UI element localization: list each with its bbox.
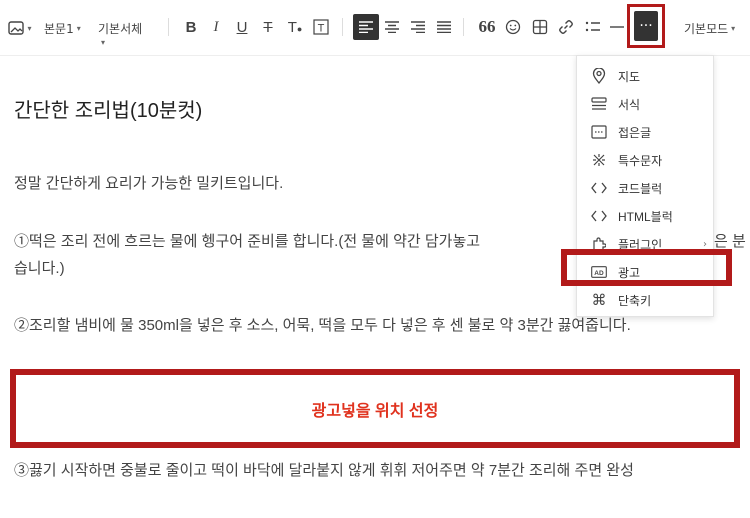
horizontal-line-icon [610,26,624,28]
editor-toolbar: ▾ 본문1 ▾ 기본서체 ▾ B I U T T● T 66 ··· 기본모드 … [0,0,750,56]
map-pin-icon [590,67,608,85]
insert-image-button[interactable]: ▾ [6,18,34,38]
menu-item-label: HTML블럭 [618,209,673,224]
more-dots-icon: ··· [639,18,653,34]
menu-item-fold[interactable]: 접은글 [577,118,715,146]
menu-item-special-char[interactable]: 특수문자 [577,146,715,174]
paragraph[interactable]: 습니다.) [14,256,65,282]
italic-icon: I [213,18,219,35]
menu-item-label: 코드블럭 [618,181,663,196]
toolbar-divider [463,18,464,36]
paragraph[interactable]: 정말 간단하게 요리가 가능한 밀키트입니다. [14,171,283,197]
ad-placement-label: 광고넣을 위치 선정 [311,402,439,420]
align-justify-icon [437,21,451,33]
chevron-down-icon: ▾ [731,23,736,33]
text-color-icon: T● [287,18,303,36]
paragraph[interactable]: ①떡은 조리 전에 흐르는 물에 헹구어 준비를 합니다.(전 물에 약간 담가… [14,229,480,255]
chevron-down-icon: ▾ [76,23,81,33]
text-background-button[interactable]: T [310,16,332,38]
shortcut-icon: ⌘ [591,291,607,309]
menu-item-code-block[interactable]: 코드블럭 [577,174,715,202]
toolbar-divider [342,18,343,36]
align-right-icon [411,21,425,33]
menu-item-label: 지도 [618,69,641,84]
svg-text:T: T [318,23,325,35]
more-button-highlight: ··· [627,4,665,48]
html-icon [590,207,608,225]
menu-item-map[interactable]: 지도 [577,62,715,90]
align-center-button[interactable] [381,14,403,40]
bold-icon: B [185,18,197,36]
align-right-button[interactable] [407,14,429,40]
strikethrough-button[interactable]: T [257,16,279,38]
align-left-icon [359,21,373,33]
mode-select[interactable]: 기본모드 ▾ [684,18,735,38]
align-center-icon [385,21,399,33]
menu-item-html-block[interactable]: HTML블럭 [577,202,715,230]
code-icon [590,179,608,197]
align-justify-button[interactable] [433,14,455,40]
table-icon [532,19,548,35]
list-button[interactable] [582,16,604,38]
menu-item-shortcut[interactable]: ⌘ 단축키 [577,286,715,314]
table-button[interactable] [529,16,551,38]
more-button[interactable]: ··· [634,11,658,41]
emoticon-button[interactable] [502,16,524,38]
horizontal-rule-button[interactable] [608,16,626,38]
quote-icon: 66 [478,17,496,36]
link-icon [559,20,573,34]
ad-placement-box: 광고넣을 위치 선정 [10,369,740,448]
ad-menu-highlight [561,249,732,286]
font-family-select[interactable]: 기본서체 ▾ [98,18,143,48]
chevron-right-icon: › [703,238,707,250]
paragraph[interactable]: ②조리할 냄비에 물 350ml을 넣은 후 소스, 어묵, 떡을 모두 다 넣… [14,313,631,339]
menu-item-label: 서식 [618,97,641,112]
paragraph-style-label: 본문1 [44,21,74,36]
link-button[interactable] [555,16,577,38]
bold-button[interactable]: B [180,16,202,38]
italic-button[interactable]: I [205,16,227,38]
chevron-down-icon: ▾ [27,23,32,33]
text-color-button[interactable]: T● [283,16,307,38]
underline-button[interactable]: U [231,16,253,38]
underline-icon: U [236,18,248,36]
mode-label: 기본모드 [684,21,729,36]
paragraph-style-select[interactable]: 본문1 ▾ [44,18,81,38]
font-family-label: 기본서체 [98,21,143,36]
fold-icon [590,123,608,141]
align-left-button[interactable] [353,14,379,40]
menu-item-label: 접은글 [618,125,652,140]
smiley-icon [505,19,521,35]
toolbar-divider [168,18,169,36]
paragraph[interactable]: ③끓기 시작하면 중불로 줄이고 떡이 바닥에 달라붙지 않게 휘휘 저어주면 … [14,458,634,484]
template-icon [590,95,608,113]
special-char-icon [590,151,608,169]
menu-item-template[interactable]: 서식 [577,90,715,118]
chevron-down-icon: ▾ [101,38,106,47]
strikethrough-icon: T [263,18,273,36]
menu-item-label: 단축키 [618,293,652,308]
text-background-icon: T [313,19,329,35]
quote-button[interactable]: 66 [476,16,498,38]
bullet-list-icon [585,21,600,32]
image-icon [8,21,25,35]
post-title[interactable]: 간단한 조리법(10분컷) [14,94,202,123]
menu-item-label: 특수문자 [618,153,663,168]
